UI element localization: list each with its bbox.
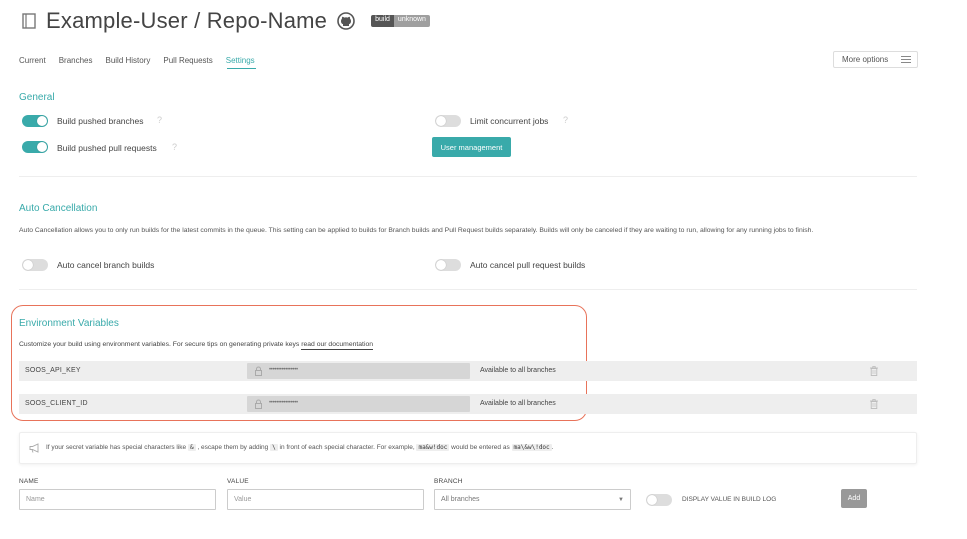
note-part: in front of each special character. For … — [279, 444, 415, 451]
github-icon[interactable] — [337, 12, 355, 30]
tab-build-history[interactable]: Build History — [105, 56, 150, 69]
auto-cancel-description: Auto Cancellation allows you to only run… — [19, 227, 814, 234]
build-pushed-prs-label: Build pushed pull requests — [57, 143, 157, 153]
add-button[interactable]: Add — [841, 489, 867, 508]
help-icon[interactable]: ? — [563, 115, 568, 125]
env-var-name: SOOS_API_KEY — [25, 367, 81, 374]
branch-label: BRANCH — [434, 478, 463, 485]
user-management-button[interactable]: User management — [432, 137, 511, 157]
branch-select-value: All branches — [441, 496, 480, 503]
name-input[interactable]: Name — [19, 489, 216, 510]
note-part: , escape them by adding — [197, 444, 269, 451]
lock-icon — [255, 366, 262, 376]
env-var-value: •••••••••••••••• — [247, 363, 470, 379]
env-desc-text: Customize your build using environment v… — [19, 341, 300, 348]
masked-value: •••••••••••••••• — [269, 367, 298, 373]
display-value-toggle[interactable] — [646, 494, 672, 506]
branch-select[interactable]: All branches ▼ — [434, 489, 631, 510]
tab-branches[interactable]: Branches — [59, 56, 93, 69]
tab-current[interactable]: Current — [19, 56, 46, 69]
divider — [19, 289, 917, 290]
chevron-down-icon: ▼ — [618, 497, 624, 503]
note-part: If your secret variable has special char… — [46, 444, 187, 451]
megaphone-icon — [29, 443, 39, 453]
auto-cancel-branch-toggle[interactable] — [22, 259, 48, 271]
code-snippet: ma\&w\!doc — [511, 444, 552, 451]
help-icon[interactable]: ? — [157, 115, 162, 125]
help-icon[interactable]: ? — [172, 142, 177, 152]
name-label: NAME — [19, 478, 39, 485]
auto-cancel-pr-label: Auto cancel pull request builds — [470, 260, 586, 270]
divider — [19, 176, 917, 177]
repo-title: Example-User / Repo-Name — [46, 8, 328, 33]
value-input[interactable]: Value — [227, 489, 424, 510]
auto-cancel-branch-label: Auto cancel branch builds — [57, 260, 155, 270]
active-tab-underline — [227, 68, 256, 69]
display-value-label: DISPLAY VALUE IN BUILD LOG — [682, 496, 777, 503]
build-status-badge[interactable]: build unknown — [371, 15, 430, 27]
build-pushed-branches-label: Build pushed branches — [57, 116, 144, 126]
build-pushed-branches-toggle[interactable] — [22, 115, 48, 127]
env-description: Customize your build using environment v… — [19, 341, 374, 350]
env-var-row: SOOS_API_KEY •••••••••••••••• Available … — [19, 361, 917, 381]
masked-value: •••••••••••••••• — [269, 400, 298, 406]
hamburger-icon — [901, 56, 911, 63]
note-text: If your secret variable has special char… — [46, 444, 553, 451]
auto-cancel-title: Auto Cancellation — [19, 203, 98, 214]
note-part: . — [551, 444, 554, 451]
env-var-row: SOOS_CLIENT_ID •••••••••••••••• Availabl… — [19, 394, 917, 414]
code-snippet: & — [188, 444, 196, 451]
tab-pull-requests[interactable]: Pull Requests — [163, 56, 212, 69]
general-title: General — [19, 92, 55, 103]
more-options-label: More options — [842, 55, 889, 64]
auto-cancel-pr-toggle[interactable] — [435, 259, 461, 271]
special-characters-note: If your secret variable has special char… — [19, 432, 917, 464]
trash-icon[interactable] — [870, 366, 878, 376]
code-snippet: \ — [270, 444, 278, 451]
env-var-branch: Available to all branches — [480, 400, 556, 407]
limit-concurrent-label: Limit concurrent jobs — [470, 116, 549, 126]
build-pushed-prs-toggle[interactable] — [22, 141, 48, 153]
docs-link[interactable]: read our documentation — [301, 341, 374, 350]
badge-label: build — [371, 15, 394, 27]
repo-book-icon — [22, 13, 36, 29]
more-options-button[interactable]: More options — [833, 51, 918, 68]
trash-icon[interactable] — [870, 399, 878, 409]
env-var-value: •••••••••••••••• — [247, 396, 470, 412]
repo-header: Example-User / Repo-Name build unknown — [22, 6, 430, 36]
env-title: Environment Variables — [19, 318, 119, 329]
limit-concurrent-toggle[interactable] — [435, 115, 461, 127]
repo-tabs: Current Branches Build History Pull Requ… — [19, 56, 255, 69]
env-var-branch: Available to all branches — [480, 367, 556, 374]
env-var-name: SOOS_CLIENT_ID — [25, 400, 88, 407]
badge-status: unknown — [393, 15, 430, 27]
value-label: VALUE — [227, 478, 249, 485]
lock-icon — [255, 399, 262, 409]
code-snippet: ma&w!doc — [416, 444, 450, 451]
note-part: would be entered as — [451, 444, 510, 451]
